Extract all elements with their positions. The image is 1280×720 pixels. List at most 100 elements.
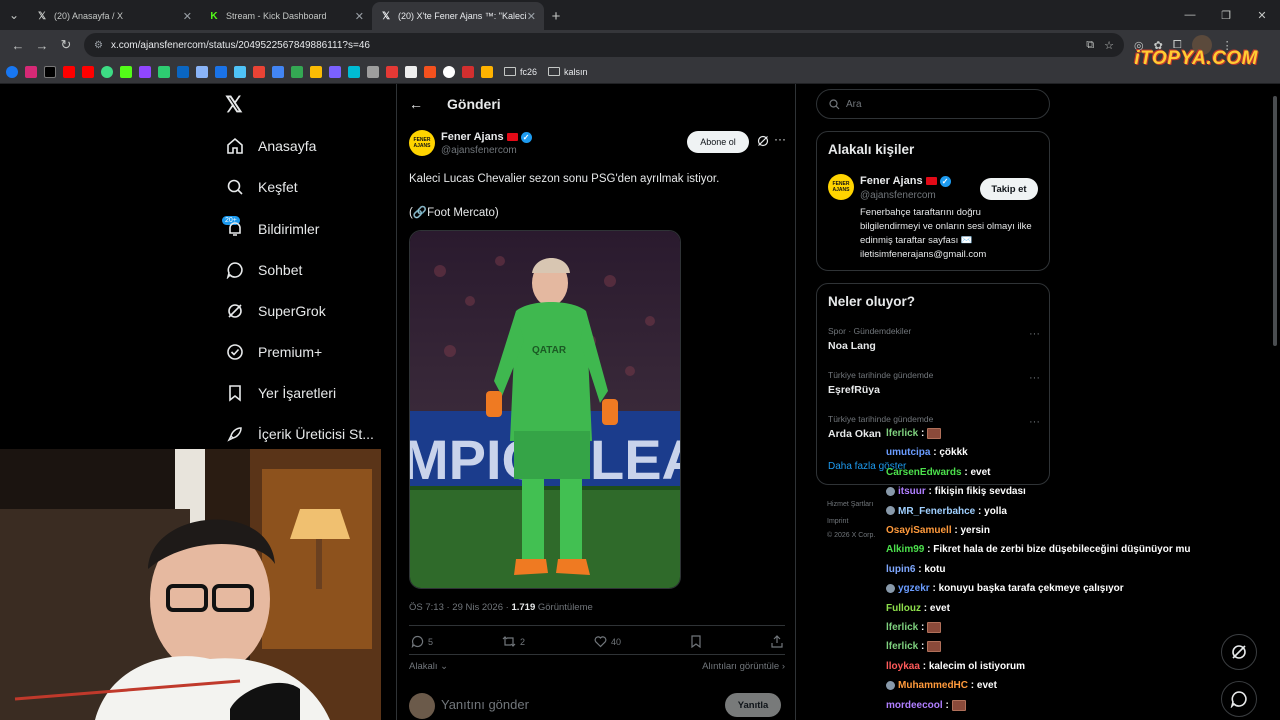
- bookmark-folder[interactable]: fc26: [504, 67, 537, 77]
- bookmark-action[interactable]: [690, 635, 702, 648]
- tab-x-post[interactable]: 𝕏 (20) X'te Fener Ajans ™: "Kaleci ✕: [372, 2, 544, 30]
- follow-button[interactable]: Takip et: [980, 178, 1038, 200]
- bookmark-icon[interactable]: [196, 65, 208, 78]
- tab-kick-dashboard[interactable]: K Stream - Kick Dashboard ✕: [200, 2, 372, 30]
- trend-item[interactable]: Türkiye tarihinde gündemde EşrefRüya ···: [828, 370, 1040, 396]
- nav-premium[interactable]: Premium+: [226, 337, 322, 367]
- chat-username[interactable]: mordeecool: [886, 700, 943, 711]
- tab-search-icon[interactable]: ⌄: [0, 0, 28, 30]
- x-icon[interactable]: [44, 65, 56, 78]
- site-info-icon[interactable]: ⚙: [94, 40, 103, 51]
- author-name[interactable]: Fener Ajans: [441, 131, 504, 143]
- footer-link[interactable]: Hizmet Şartları: [827, 501, 873, 508]
- close-icon[interactable]: ✕: [527, 10, 536, 23]
- chat-username[interactable]: lferlick: [886, 642, 918, 653]
- sheets-icon[interactable]: [291, 65, 303, 78]
- related-dropdown[interactable]: Alakalı ⌄: [409, 661, 448, 672]
- messages-floating-button[interactable]: [1221, 681, 1257, 717]
- bookmark-icon[interactable]: [481, 65, 493, 78]
- new-tab-button[interactable]: +: [544, 2, 568, 30]
- bookmark-icon[interactable]: [234, 65, 246, 78]
- chat-username[interactable]: CarsenEdwards: [886, 467, 962, 478]
- scrollbar[interactable]: [1273, 96, 1277, 346]
- drive-icon[interactable]: [310, 65, 322, 78]
- post-image[interactable]: MPIO LEAG QATAR: [409, 230, 681, 589]
- bookmark-icon[interactable]: [462, 65, 474, 78]
- chat-username[interactable]: MuhammedHC: [898, 680, 968, 691]
- author-handle[interactable]: @ajansfenercom: [441, 145, 517, 156]
- more-options-icon[interactable]: ···: [1029, 372, 1040, 384]
- like-action[interactable]: 40: [594, 635, 621, 648]
- nav-notifications[interactable]: Bildirimler: [226, 214, 319, 244]
- person-name-row[interactable]: Fener Ajans ✓: [860, 175, 951, 187]
- bookmark-icon[interactable]: [101, 65, 113, 78]
- nav-chat[interactable]: Sohbet: [226, 255, 302, 285]
- reply-input[interactable]: Yanıtını gönder: [441, 697, 529, 712]
- instagram-icon[interactable]: [25, 65, 37, 78]
- close-icon[interactable]: ✕: [183, 10, 192, 23]
- nav-supergrok[interactable]: SuperGrok: [226, 296, 326, 326]
- gmail-icon[interactable]: [253, 65, 265, 78]
- person-handle[interactable]: @ajansfenercom: [860, 190, 936, 201]
- back-icon[interactable]: ←: [6, 33, 30, 57]
- bookmark-icon[interactable]: [348, 65, 360, 78]
- reply-action[interactable]: 5: [411, 635, 433, 648]
- facebook-icon[interactable]: [6, 65, 18, 78]
- avatar[interactable]: [409, 693, 435, 719]
- share-action[interactable]: [771, 635, 783, 648]
- close-icon[interactable]: ✕: [355, 10, 364, 23]
- address-bar[interactable]: ⚙ x.com/ajansfenercom/status/20495225678…: [84, 33, 1124, 57]
- star-icon[interactable]: ☆: [1104, 39, 1114, 52]
- youtube-studio-icon[interactable]: [82, 65, 94, 78]
- kick-icon[interactable]: [120, 65, 132, 78]
- x-logo-icon[interactable]: 𝕏: [225, 92, 247, 117]
- docs-icon[interactable]: [272, 65, 284, 78]
- nav-bookmarks[interactable]: Yer İşaretleri: [226, 378, 336, 408]
- twitch-icon[interactable]: [139, 65, 151, 78]
- chat-username[interactable]: lferlick: [886, 428, 918, 439]
- tab-x-home[interactable]: 𝕏 (20) Anasayfa / X ✕: [28, 2, 200, 30]
- maximize-icon[interactable]: ❐: [1208, 0, 1244, 30]
- trend-item[interactable]: Spor · Gündemdekiler Noa Lang ···: [828, 326, 1040, 352]
- chat-username[interactable]: ygzekr: [898, 583, 930, 594]
- bookmark-icon[interactable]: [367, 65, 379, 78]
- back-arrow-icon[interactable]: ←: [409, 96, 429, 112]
- reload-icon[interactable]: ↻: [54, 33, 78, 57]
- bookmark-icon[interactable]: [386, 65, 398, 78]
- bookmark-icon[interactable]: [405, 65, 417, 78]
- forward-icon[interactable]: →: [30, 33, 54, 57]
- bookmark-icon[interactable]: [443, 65, 455, 78]
- bookmark-icon[interactable]: [329, 65, 341, 78]
- chat-username[interactable]: umutcipa: [886, 447, 930, 458]
- author-avatar[interactable]: FENER AJANS: [409, 130, 435, 156]
- chat-username[interactable]: MR_Fenerbahce: [898, 506, 975, 517]
- chat-username[interactable]: lupin6: [886, 564, 915, 575]
- chat-username[interactable]: Fullouz: [886, 603, 921, 614]
- more-options-icon[interactable]: ···: [1029, 328, 1040, 340]
- bookmark-folder[interactable]: kalsın: [548, 67, 588, 77]
- post-time[interactable]: ÖS 7:13 · 29 Nis 2026 ·: [409, 602, 511, 613]
- search-input[interactable]: Ara: [816, 89, 1050, 119]
- chat-username[interactable]: itsuur: [898, 486, 926, 497]
- nav-creator-studio[interactable]: İçerik Üreticisi St...: [226, 419, 374, 449]
- subscribe-button[interactable]: Abone ol: [687, 131, 749, 153]
- close-window-icon[interactable]: ✕: [1244, 0, 1280, 30]
- nav-explore[interactable]: Keşfet: [226, 172, 298, 202]
- author-name-row[interactable]: Fener Ajans ✓: [441, 131, 532, 143]
- cast-icon[interactable]: ⧉: [1086, 39, 1094, 52]
- footer-link[interactable]: Imprint: [827, 518, 848, 525]
- author-avatar[interactable]: FENER AJANS: [828, 174, 854, 200]
- grok-icon[interactable]: [757, 135, 769, 147]
- bookmark-icon[interactable]: [215, 65, 227, 78]
- minimize-icon[interactable]: —: [1172, 0, 1208, 30]
- more-options-icon[interactable]: ···: [774, 132, 786, 146]
- linkedin-icon[interactable]: [177, 65, 189, 78]
- youtube-icon[interactable]: [63, 65, 75, 78]
- chat-username[interactable]: lloykaa: [886, 661, 920, 672]
- chat-username[interactable]: OsayiSamuell: [886, 525, 952, 536]
- chat-username[interactable]: Alkim99: [886, 544, 924, 555]
- nav-home[interactable]: Anasayfa: [226, 131, 316, 161]
- bookmark-icon[interactable]: [424, 65, 436, 78]
- repost-action[interactable]: 2: [502, 635, 525, 648]
- more-options-icon[interactable]: ···: [1029, 416, 1040, 428]
